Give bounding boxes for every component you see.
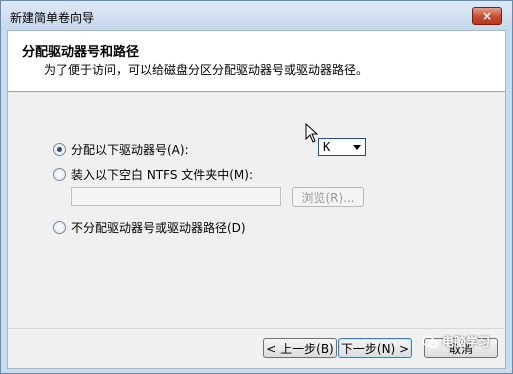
wizard-header: 分配驱动器号和路径 为了便于访问，可以给磁盘分区分配驱动器号或驱动器路径。 — [8, 31, 505, 92]
page-title: 分配驱动器号和路径 — [22, 45, 140, 60]
drive-letter-value: K — [323, 140, 331, 154]
no-assign-option[interactable]: 不分配驱动器号或驱动器路径(D) — [53, 219, 246, 236]
back-button[interactable]: < 上一步(B) — [263, 338, 337, 358]
folder-path-input[interactable] — [71, 187, 281, 206]
assign-letter-option[interactable]: 分配以下驱动器号(A): — [53, 141, 189, 158]
wizard-window: 新建简单卷向导 × 分配驱动器号和路径 为了便于访问，可以给磁盘分区分配驱动器号… — [0, 0, 513, 374]
next-button-label: 下一步(N) > — [340, 341, 410, 356]
mount-folder-option[interactable]: 装入以下空白 NTFS 文件夹中(M): — [53, 166, 253, 183]
footer-divider — [8, 328, 505, 329]
mouse-pointer-icon — [305, 123, 319, 143]
close-button[interactable]: × — [472, 7, 502, 25]
assign-letter-label: 分配以下驱动器号(A): — [71, 143, 189, 157]
mount-folder-label: 装入以下空白 NTFS 文件夹中(M): — [71, 168, 254, 182]
browse-button-label: 浏览(R)... — [301, 190, 355, 205]
next-button[interactable]: 下一步(N) > — [338, 338, 412, 358]
wizard-client-area: 分配驱动器号和路径 为了便于访问，可以给磁盘分区分配驱动器号或驱动器路径。 分配… — [7, 30, 506, 369]
drive-letter-select[interactable]: K — [318, 138, 366, 156]
wechat-icon — [422, 335, 438, 348]
page-subtitle: 为了便于访问，可以给磁盘分区分配驱动器号或驱动器路径。 — [44, 63, 369, 77]
assign-letter-radio[interactable] — [53, 143, 66, 156]
back-button-label: < 上一步(B) — [266, 341, 334, 356]
close-icon: × — [481, 9, 493, 23]
window-title: 新建简单卷向导 — [10, 11, 95, 25]
browse-button[interactable]: 浏览(R)... — [292, 187, 364, 207]
watermark-text: 电脑学习 — [442, 335, 491, 349]
watermark: 电脑学习 — [422, 333, 490, 350]
no-assign-radio[interactable] — [53, 221, 66, 234]
no-assign-label: 不分配驱动器号或驱动器路径(D) — [71, 221, 246, 235]
dropdown-arrow-icon — [353, 145, 361, 150]
mount-folder-radio[interactable] — [53, 168, 66, 181]
title-bar[interactable]: 新建简单卷向导 × — [1, 1, 512, 30]
